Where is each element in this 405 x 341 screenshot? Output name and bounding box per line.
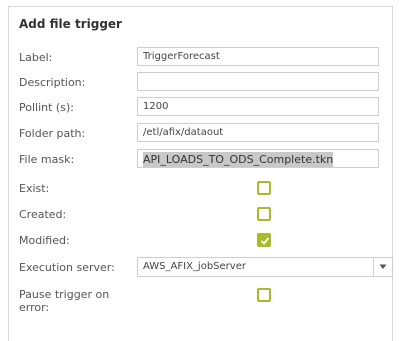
dialog-title: Add file trigger (19, 17, 122, 31)
label-input[interactable]: TriggerForecast (137, 47, 379, 66)
description-input[interactable] (137, 72, 379, 91)
folder-path-input-value: /etl/afix/dataout (143, 127, 224, 138)
folder-path-input[interactable]: /etl/afix/dataout (137, 123, 379, 142)
folder-path-label: Folder path: (19, 127, 86, 140)
description-label: Description: (19, 76, 86, 89)
pause-trigger-label-line1: Pause trigger on (19, 288, 110, 301)
created-label: Created: (19, 208, 67, 221)
pollint-input[interactable]: 1200 (137, 97, 379, 116)
execution-server-select[interactable]: AWS_AFIX_jobServer (137, 257, 393, 277)
modified-label: Modified: (19, 234, 70, 247)
modified-checkbox[interactable] (257, 233, 271, 247)
label-label: Label: (19, 51, 53, 64)
label-input-value: TriggerForecast (143, 51, 220, 62)
pause-trigger-checkbox[interactable] (257, 288, 271, 302)
pollint-input-value: 1200 (143, 101, 169, 112)
pause-trigger-label-line2: error: (19, 301, 50, 314)
file-mask-label: File mask: (19, 153, 75, 166)
chevron-down-icon[interactable] (373, 258, 392, 276)
created-checkbox[interactable] (257, 207, 271, 221)
execution-server-value: AWS_AFIX_jobServer (143, 261, 246, 272)
exist-checkbox[interactable] (257, 181, 271, 195)
pause-trigger-label: Pause trigger on error: (19, 288, 109, 314)
checkmark-icon (260, 237, 270, 245)
exist-label: Exist: (19, 182, 50, 195)
add-file-trigger-panel: Add file trigger Label: TriggerForecast … (8, 6, 393, 341)
execution-server-label: Execution server: (19, 261, 115, 274)
file-mask-input[interactable]: API_LOADS_TO_ODS_Complete.tkn (137, 149, 379, 168)
file-mask-input-value: API_LOADS_TO_ODS_Complete.tkn (143, 152, 334, 167)
pollint-label: Pollint (s): (19, 101, 74, 114)
